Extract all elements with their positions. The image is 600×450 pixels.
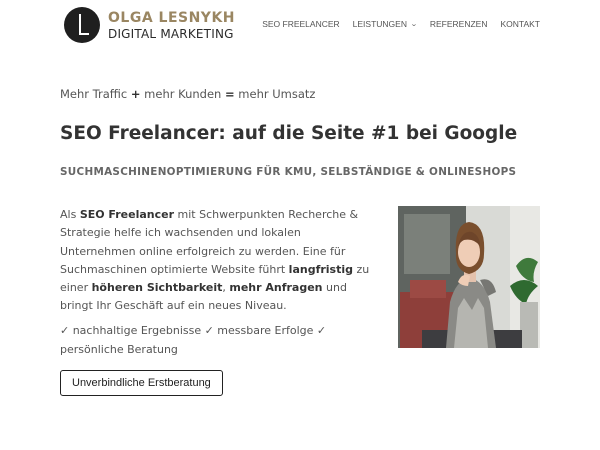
- consultation-button[interactable]: Unverbindliche Erstberatung: [60, 370, 223, 396]
- brand-subtitle: DIGITAL MARKETING: [108, 26, 234, 41]
- nav-item-referenzen[interactable]: REFERENZEN: [430, 19, 488, 29]
- page-subtitle: SUCHMASCHINENOPTIMIERUNG FÜR KMU, SELBST…: [60, 166, 517, 178]
- nav-item-kontakt[interactable]: KONTAKT: [500, 19, 540, 29]
- logo-text: OLGA LESNYKH DIGITAL MARKETING: [108, 11, 235, 40]
- chevron-down-icon: ⌄: [410, 21, 418, 28]
- intro-paragraph: Als SEO Freelancer mit Schwerpunkten Rec…: [60, 208, 370, 313]
- logo-icon: [64, 7, 100, 43]
- main-nav: SEO FREELANCER LEISTUNGEN ⌄ REFERENZEN KO…: [262, 19, 540, 29]
- hero-tagline: Mehr Traffic + mehr Kunden = mehr Umsatz: [60, 87, 316, 101]
- brand-name: OLGA LESNYKH: [108, 9, 236, 26]
- logo[interactable]: OLGA LESNYKH DIGITAL MARKETING: [64, 7, 235, 43]
- page-title: SEO Freelancer: auf die Seite #1 bei Goo…: [60, 123, 518, 144]
- nav-item-leistungen[interactable]: LEISTUNGEN ⌄: [353, 19, 418, 29]
- nav-item-seo-freelancer[interactable]: SEO FREELANCER: [262, 19, 339, 29]
- site-header: OLGA LESNYKH DIGITAL MARKETING SEO FREEL…: [0, 0, 600, 52]
- portrait-illustration: [398, 206, 540, 348]
- benefits-list: ✓ nachhaltige Ergebnisse ✓ messbare Erfo…: [60, 324, 327, 356]
- portrait-photo: [398, 206, 540, 348]
